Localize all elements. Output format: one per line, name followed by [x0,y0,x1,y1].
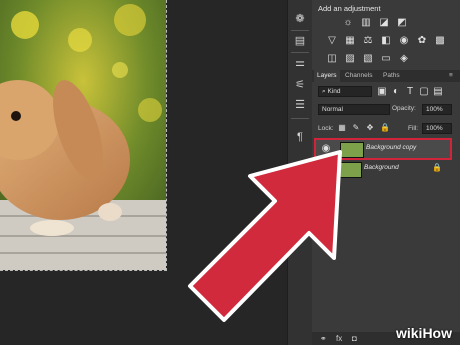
panel-menu-icon[interactable]: ≡ [446,70,456,82]
channel-mixer-icon[interactable]: ✿ [416,36,428,46]
filter-kind-value: Kind [327,88,341,95]
properties-icon[interactable]: ☰ [292,98,308,112]
add-mask-icon[interactable]: ◘ [352,334,357,343]
adjustments-layers-panel: Add an adjustment ☼ ▥ ◪ ◩ ▽ ▦ ⚖ ◧ ◉ ✿ ▩ … [312,0,460,345]
layer-row-background-copy[interactable]: ◉ Background copy [314,138,452,160]
lock-icon: 🔒 [432,163,442,172]
filter-kind-select[interactable]: ⌕ Kind [318,86,372,97]
vibrance-icon[interactable]: ▽ [326,36,338,46]
threshold-icon[interactable]: ▧ [362,54,374,64]
blend-mode-select[interactable]: Normal [318,104,390,115]
layers-tab-bar: Layers Channels Paths ≡ [312,70,460,82]
divider [291,52,309,53]
lock-all-icon[interactable]: 🔒 [380,124,390,132]
color-balance-icon[interactable]: ⚖ [362,36,374,46]
adjust-icon[interactable]: ⚟ [292,78,308,92]
opacity-label: Opacity: [392,105,416,112]
hue-saturation-icon[interactable]: ▦ [344,36,356,46]
adjustments-title: Add an adjustment [318,4,381,13]
lock-label: Lock: [318,125,334,132]
gradient-map-icon[interactable]: ▭ [380,54,392,64]
lock-move-icon[interactable]: ✥ [366,124,374,132]
filter-shape-icon[interactable]: ▢ [418,87,430,97]
canvas-area[interactable] [0,0,287,345]
filter-type-icon[interactable]: T [404,87,416,97]
history-icon[interactable]: ❁ [292,12,308,26]
filter-smart-object-icon[interactable]: ▤ [432,87,444,97]
paragraph-icon[interactable]: ¶ [292,130,308,144]
color-lookup-icon[interactable]: ▩ [434,36,446,46]
eye-icon[interactable]: ◉ [320,144,332,154]
brightness-icon[interactable]: ☼ [342,18,354,28]
layer-style-icon[interactable]: fx [336,334,342,343]
filter-adjustment-icon[interactable]: ◐ [390,87,402,97]
lock-transparent-icon[interactable]: ▦ [338,124,346,132]
tab-paths[interactable]: Paths [380,70,403,82]
divider [291,118,309,119]
fill-input[interactable]: 100% [422,123,452,134]
layer-thumbnail [340,142,364,158]
layer-name: Background [364,164,399,171]
curves-icon[interactable]: ◪ [378,18,390,28]
layer-thumbnail [338,162,362,178]
tab-channels[interactable]: Channels [342,70,375,82]
fill-label: Fill: [408,125,419,132]
photo-filter-icon[interactable]: ◉ [398,36,410,46]
filter-pixel-icon[interactable]: ▣ [376,87,388,97]
layer-name: Background copy [366,144,417,151]
tab-layers[interactable]: Layers [314,70,340,82]
lock-brush-icon[interactable]: ✎ [352,124,360,132]
black-white-icon[interactable]: ◧ [380,36,392,46]
actions-icon[interactable]: ▤ [292,34,308,48]
link-layers-icon[interactable]: ⚭ [320,334,327,343]
panel-tool-strip: ❁ ▤ ⚌ ⚟ ☰ ¶ [287,0,313,345]
opacity-input[interactable]: 100% [422,104,452,115]
document-image[interactable] [0,0,167,271]
layer-row-background[interactable]: Background 🔒 [314,160,456,178]
bunny-photo [0,0,166,270]
divider [291,30,309,31]
levels-icon[interactable]: ▥ [360,18,372,28]
blend-mode-value: Normal [322,106,343,113]
exposure-icon[interactable]: ◩ [396,18,408,28]
invert-icon[interactable]: ◫ [326,54,338,64]
brush-presets-icon[interactable]: ⚌ [292,56,308,70]
selective-color-icon[interactable]: ◈ [398,54,410,64]
posterize-icon[interactable]: ▨ [344,54,356,64]
watermark-logo: wikiHow [395,325,452,341]
